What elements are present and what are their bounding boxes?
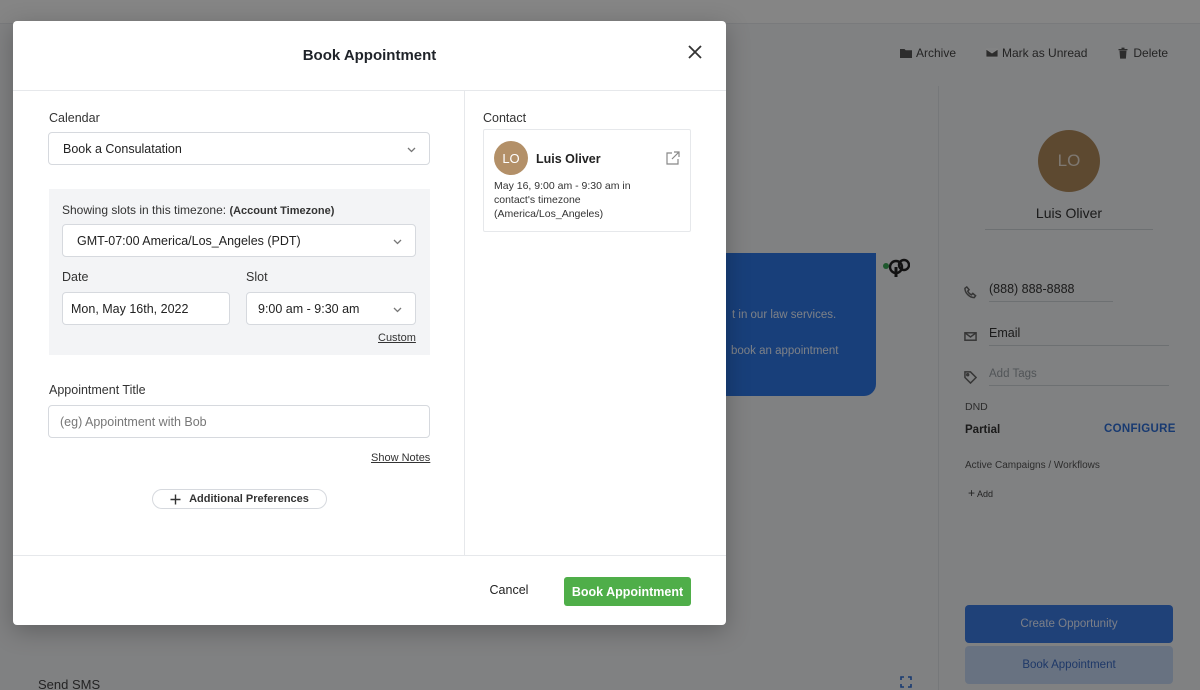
slot-select[interactable]: 9:00 am - 9:30 am <box>246 292 416 325</box>
contact-column: Contact LO Luis Oliver May 16, 9:00 am -… <box>466 91 726 555</box>
appointment-form: Calendar Book a Consulatation Showing sl… <box>13 91 465 555</box>
contact-card: LO Luis Oliver May 16, 9:00 am - 9:30 am… <box>483 129 691 232</box>
chevron-down-icon <box>393 239 402 245</box>
additional-preferences-button[interactable]: Additional Preferences <box>152 489 327 509</box>
date-picker[interactable]: Mon, May 16th, 2022 <box>62 292 230 325</box>
modal-header: Book Appointment <box>13 21 726 91</box>
book-appointment-button[interactable]: Book Appointment <box>564 577 691 606</box>
cancel-button[interactable]: Cancel <box>479 576 539 604</box>
show-notes-link[interactable]: Show Notes <box>371 452 430 464</box>
timezone-select[interactable]: GMT-07:00 America/Los_Angeles (PDT) <box>62 224 416 257</box>
date-label: Date <box>62 270 89 284</box>
appointment-time-info: May 16, 9:00 am - 9:30 am in contact's t… <box>494 180 631 220</box>
modal-footer: Cancel Book Appointment <box>13 555 726 625</box>
timezone-caption: Showing slots in this timezone: (Account… <box>62 203 335 217</box>
contact-label: Contact <box>483 111 527 125</box>
timezone-slot-panel: Showing slots in this timezone: (Account… <box>49 189 430 355</box>
calendar-select[interactable]: Book a Consulatation <box>48 132 430 165</box>
calendar-label: Calendar <box>49 111 100 125</box>
book-appointment-modal: Book Appointment Calendar Book a Consula… <box>13 21 726 625</box>
external-link-icon[interactable] <box>665 150 681 166</box>
chevron-down-icon <box>407 147 416 153</box>
appointment-title-input[interactable] <box>48 405 430 438</box>
plus-icon <box>170 494 181 504</box>
slot-label: Slot <box>246 270 268 284</box>
appointment-title-label: Appointment Title <box>49 383 146 397</box>
avatar: LO <box>494 141 528 175</box>
modal-title: Book Appointment <box>302 47 437 64</box>
contact-name: Luis Oliver <box>536 152 601 166</box>
close-icon <box>688 45 702 59</box>
modal-body: Calendar Book a Consulatation Showing sl… <box>13 91 726 555</box>
custom-slot-link[interactable]: Custom <box>378 332 416 344</box>
chevron-down-icon <box>393 307 402 313</box>
close-button[interactable] <box>686 43 704 61</box>
